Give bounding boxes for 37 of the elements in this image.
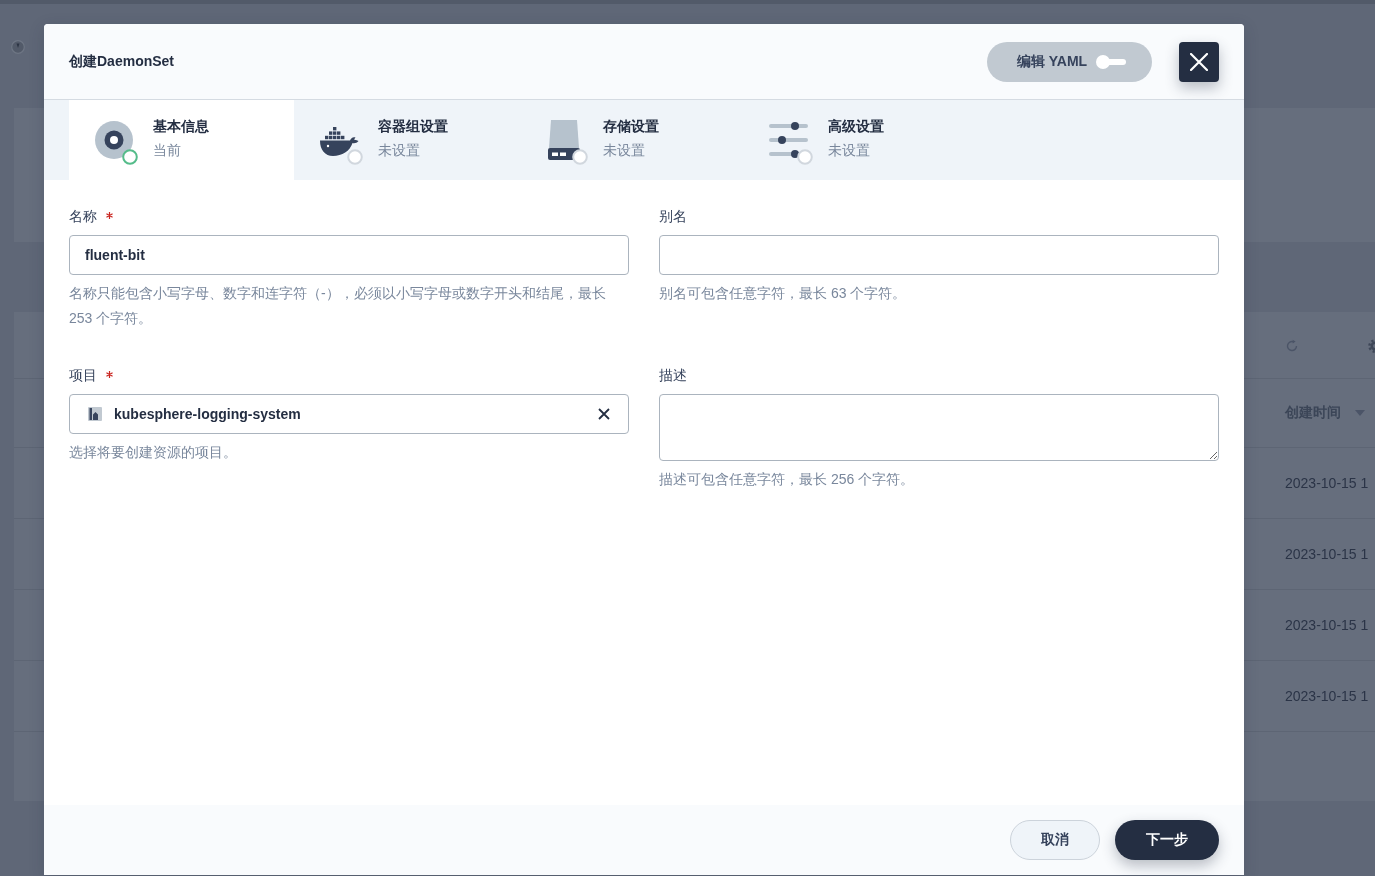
sliders-icon xyxy=(769,122,809,158)
step-tab[interactable]: 基本信息 当前 xyxy=(69,100,294,180)
field-label: 项目 xyxy=(69,367,97,385)
project-select[interactable]: kubesphere-logging-system xyxy=(69,394,629,434)
dial-icon xyxy=(11,40,25,54)
step-tab[interactable]: 存储设置 未设置 xyxy=(519,100,744,180)
field-label: 别名 xyxy=(659,208,687,226)
step-tab[interactable]: 容器组设置 未设置 xyxy=(294,100,519,180)
field-hint: 描述可包含任意字符，最长 256 个字符。 xyxy=(659,470,916,489)
table-cell-text: 2023-10-15 1 xyxy=(1285,475,1370,491)
field-hint: 名称只能包含小写字母、数字和连字符（-），必须以小写字母或数字开头和结尾，最长 253 个字符。 xyxy=(69,284,607,328)
table-cell-text: 2023-10-15 1 xyxy=(1285,688,1370,704)
dialog-title: 创建DaemonSet xyxy=(69,52,175,71)
disc-icon xyxy=(94,120,134,160)
table-cell-text: 2023-10-15 1 xyxy=(1285,546,1370,562)
next-button[interactable]: 下一步 xyxy=(1115,820,1219,860)
close-icon xyxy=(1190,52,1208,71)
field-label: 描述 xyxy=(659,367,687,385)
close-button[interactable] xyxy=(1179,41,1219,82)
cancel-button[interactable]: 取消 xyxy=(1010,820,1100,860)
refresh-icon[interactable] xyxy=(1285,339,1299,353)
edit-yaml-button[interactable]: 编辑 YAML xyxy=(987,41,1152,82)
description-field[interactable] xyxy=(659,394,1219,461)
text-field[interactable]: fluent-bit xyxy=(69,235,629,275)
field-label: 名称 xyxy=(69,208,97,226)
field-hint: 选择将要创建资源的项目。 xyxy=(69,443,238,462)
whale-icon xyxy=(319,127,359,157)
gear-icon[interactable] xyxy=(1368,339,1375,353)
hard-drive-icon xyxy=(546,120,582,160)
project-icon xyxy=(88,407,102,421)
toggle-switch[interactable] xyxy=(1096,54,1127,69)
clear-icon[interactable] xyxy=(598,408,610,420)
field-hint: 别名可包含任意字符，最长 63 个字符。 xyxy=(659,284,908,303)
text-field[interactable] xyxy=(659,235,1219,275)
caret-down-icon[interactable] xyxy=(1355,410,1365,416)
table-cell-text: 2023-10-15 1 xyxy=(1285,617,1370,633)
step-tab[interactable]: 高级设置 未设置 xyxy=(744,100,969,180)
